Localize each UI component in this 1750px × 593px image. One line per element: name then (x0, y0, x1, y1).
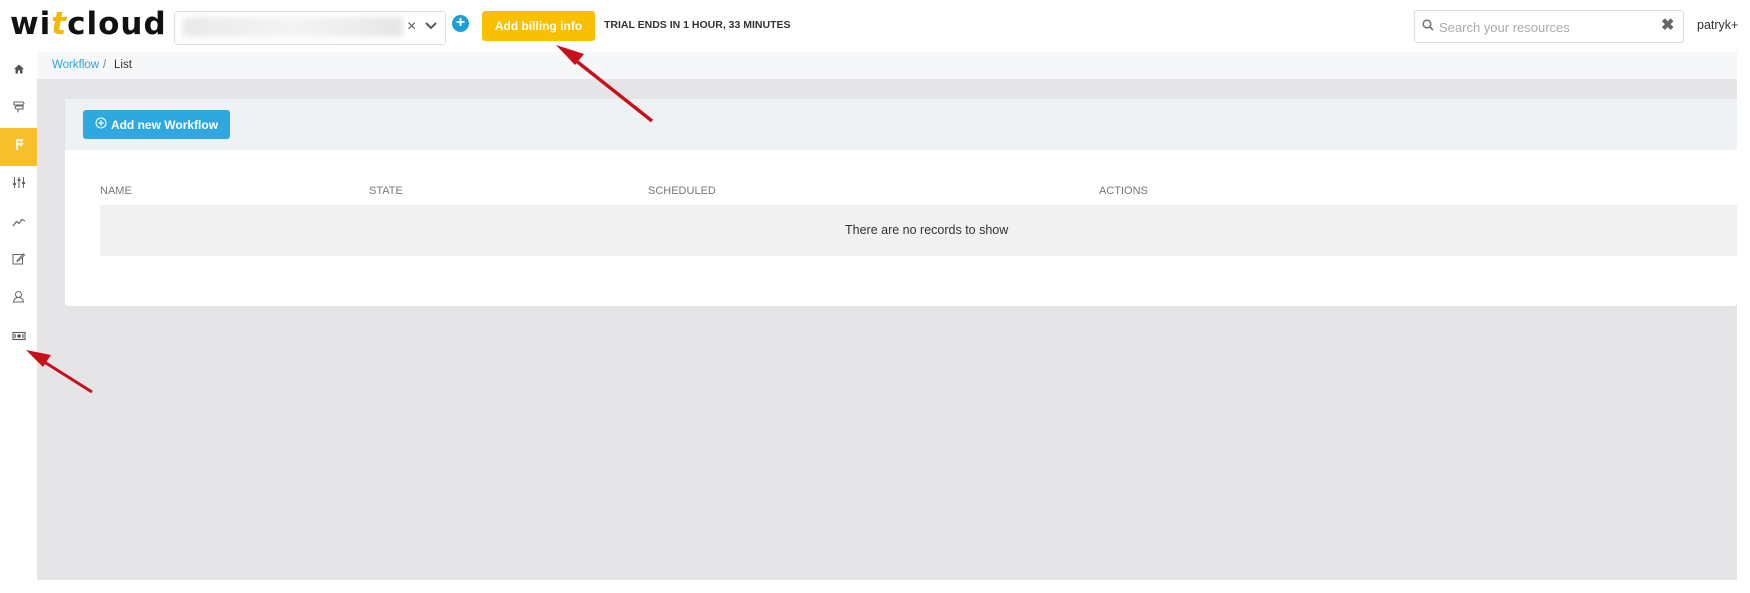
witcloud-logo[interactable]: witcloud (10, 6, 167, 42)
search-box[interactable]: ✖ (1414, 10, 1684, 43)
sidebar-item-monitoring[interactable] (0, 204, 37, 242)
sidebar (0, 52, 37, 593)
sliders-icon (12, 176, 26, 194)
workflow-icon (13, 138, 25, 156)
tenant-value-blurred (183, 17, 403, 37)
sidebar-item-users[interactable] (0, 280, 37, 318)
billing-icon (11, 328, 26, 346)
top-bar: witcloud × + Add billing info TRIAL ENDS… (0, 0, 1750, 52)
search-clear-icon[interactable]: ✖ (1661, 15, 1674, 35)
tenant-select[interactable]: × (174, 11, 446, 45)
breadcrumb-link-workflow[interactable]: Workflow (52, 52, 99, 79)
signpost-icon (12, 100, 25, 118)
column-header-name[interactable]: NAME (100, 185, 132, 197)
search-icon (1422, 18, 1434, 36)
column-header-actions: ACTIONS (1099, 185, 1148, 197)
breadcrumb: Workflow / List (37, 52, 1737, 79)
add-new-workflow-label: Add new Workflow (110, 117, 219, 132)
main-content: Workflow / List Add new Workflow NAME ST… (37, 52, 1737, 580)
sidebar-item-settings[interactable] (0, 166, 37, 204)
breadcrumb-current: List (114, 59, 132, 71)
user-icon (12, 290, 25, 308)
empty-state-message: There are no records to show (845, 223, 1009, 237)
column-header-state[interactable]: STATE (369, 185, 403, 197)
user-menu[interactable]: patryk+ (1697, 18, 1738, 32)
sidebar-item-edit[interactable] (0, 242, 37, 280)
chevron-down-icon[interactable] (425, 19, 437, 37)
breadcrumb-separator: / (103, 59, 107, 71)
search-input[interactable] (1437, 16, 1651, 38)
sidebar-item-billing[interactable] (0, 318, 37, 356)
column-header-scheduled[interactable]: SCHEDULED (648, 185, 716, 197)
home-icon (13, 62, 25, 80)
sidebar-item-home[interactable] (0, 52, 37, 90)
edit-icon (12, 252, 26, 270)
add-new-workflow-button[interactable]: Add new Workflow (83, 110, 230, 139)
clear-selection-icon[interactable]: × (407, 18, 416, 36)
sidebar-item-workflow[interactable] (0, 128, 37, 166)
plus-circle-icon (95, 117, 107, 132)
line-chart-icon (12, 214, 26, 232)
sidebar-item-signpost[interactable] (0, 90, 37, 128)
empty-state-row: There are no records to show (100, 205, 1737, 256)
workflow-list-panel: Add new Workflow (65, 99, 1737, 306)
add-tenant-plus-icon[interactable]: + (452, 15, 469, 32)
panel-toolbar: Add new Workflow (65, 99, 1737, 150)
add-billing-info-button[interactable]: Add billing info (482, 11, 595, 41)
trial-status-text: TRIAL ENDS IN 1 HOUR, 33 MINUTES (604, 19, 791, 31)
